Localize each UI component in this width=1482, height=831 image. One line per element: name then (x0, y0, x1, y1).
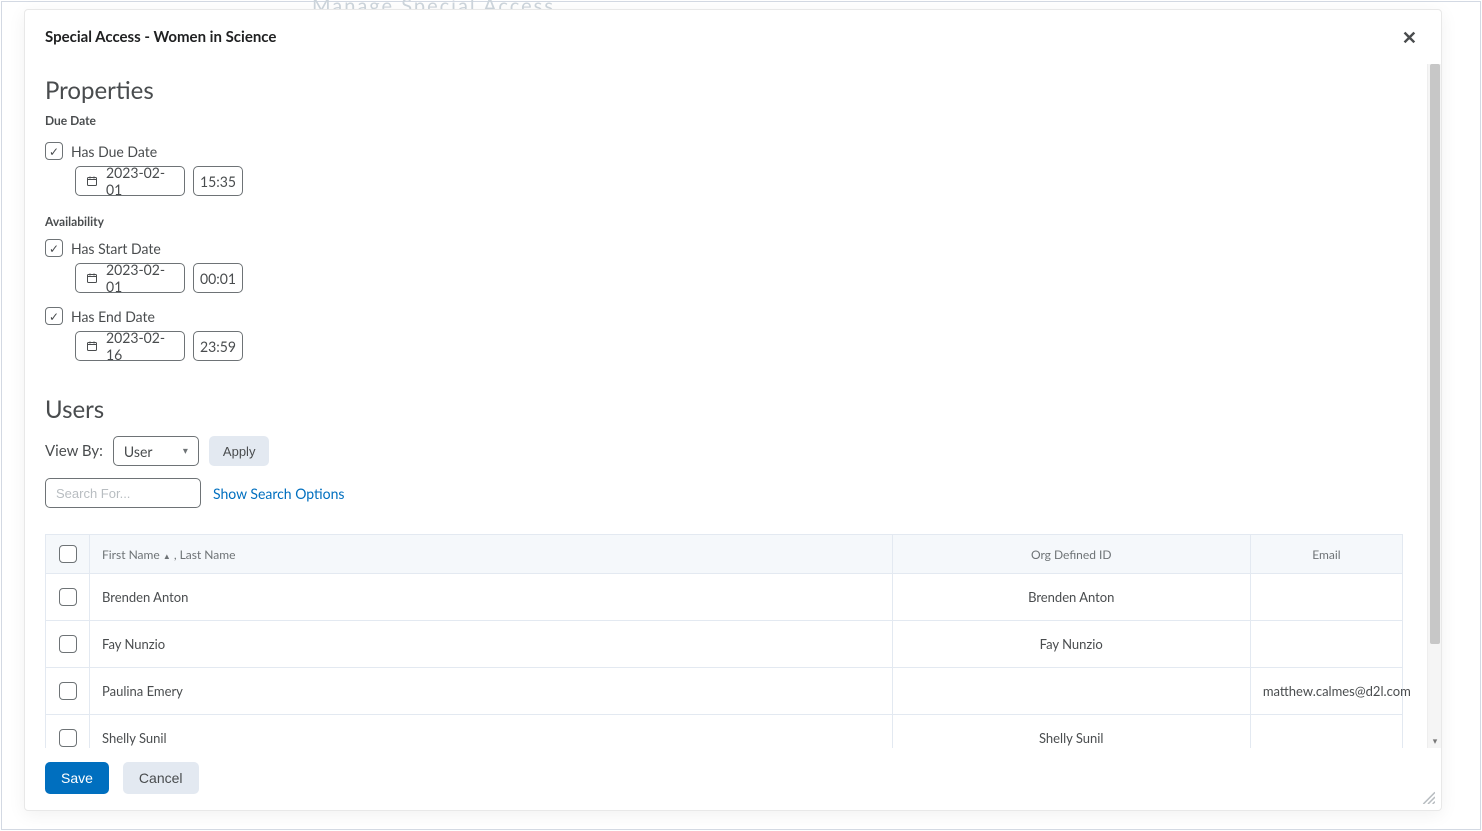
row-email (1250, 715, 1402, 749)
col-header-name-prefix: First Name (102, 547, 160, 562)
due-date-label: Due Date (45, 113, 1407, 128)
modal-body: Properties Due Date ✓ Has Due Date 2023-… (25, 64, 1441, 748)
table-row: ✓ Paulina Emery matthew.calmes@d2l.com (46, 668, 1403, 715)
has-due-date-label[interactable]: Has Due Date (71, 143, 157, 160)
row-orgid (892, 668, 1250, 715)
properties-heading: Properties (45, 76, 1407, 105)
end-time-value: 23:59 (200, 338, 236, 355)
start-time-value: 00:01 (200, 270, 236, 287)
select-all-checkbox[interactable]: ✓ (59, 545, 77, 563)
row-orgid: Shelly Sunil (892, 715, 1250, 749)
view-by-select[interactable]: User ▾ (113, 436, 199, 466)
show-search-options-link[interactable]: Show Search Options (213, 485, 344, 502)
search-box[interactable] (45, 478, 201, 508)
row-orgid: Brenden Anton (892, 574, 1250, 621)
save-button[interactable]: Save (45, 762, 109, 794)
modal-title: Special Access - Women in Science (45, 28, 276, 46)
col-header-email[interactable]: Email (1250, 535, 1402, 574)
row-checkbox[interactable]: ✓ (59, 682, 77, 700)
scrollbar-thumb[interactable] (1430, 64, 1440, 644)
modal-scroll-area: Properties Due Date ✓ Has Due Date 2023-… (25, 64, 1427, 748)
end-date-value: 2023-02-16 (106, 329, 174, 363)
table-row: ✓ Brenden AntonBrenden Anton (46, 574, 1403, 621)
start-date-value: 2023-02-01 (106, 261, 174, 295)
modal-footer: Save Cancel (25, 748, 1441, 810)
row-email (1250, 574, 1402, 621)
due-time-value: 15:35 (200, 173, 236, 190)
row-checkbox-cell: ✓ (46, 621, 90, 668)
row-checkbox[interactable]: ✓ (59, 635, 77, 653)
users-table: ✓ First Name ▲ , Last Name Org Defined I… (45, 534, 1403, 748)
table-row: ✓ Fay NunzioFay Nunzio (46, 621, 1403, 668)
col-header-orgid[interactable]: Org Defined ID (892, 535, 1250, 574)
start-time-input[interactable]: 00:01 (193, 263, 243, 293)
has-end-date-label[interactable]: Has End Date (71, 308, 155, 325)
row-email: matthew.calmes@d2l.com (1250, 668, 1402, 715)
scroll-down-icon[interactable]: ▾ (1428, 734, 1441, 748)
sort-asc-icon: ▲ (163, 550, 171, 560)
users-heading: Users (45, 395, 1407, 424)
row-name: Paulina Emery (90, 668, 893, 715)
resize-handle-icon[interactable] (1421, 790, 1435, 804)
has-end-date-checkbox[interactable]: ✓ (45, 307, 63, 325)
apply-button[interactable]: Apply (209, 436, 270, 466)
has-start-date-checkbox[interactable]: ✓ (45, 239, 63, 257)
end-time-input[interactable]: 23:59 (193, 331, 243, 361)
app-frame: Manage Special Access Special Access - W… (1, 1, 1481, 830)
due-date-value: 2023-02-01 (106, 164, 174, 198)
end-date-input[interactable]: 2023-02-16 (75, 331, 185, 361)
row-checkbox[interactable]: ✓ (59, 729, 77, 747)
due-time-input[interactable]: 15:35 (193, 166, 243, 196)
special-access-modal: Special Access - Women in Science ✕ Prop… (24, 9, 1442, 811)
close-icon[interactable]: ✕ (1398, 24, 1421, 50)
row-email (1250, 621, 1402, 668)
col-header-name-suffix: , Last Name (174, 547, 236, 562)
modal-header: Special Access - Women in Science ✕ (25, 10, 1441, 64)
row-checkbox-cell: ✓ (46, 574, 90, 621)
row-name: Shelly Sunil (90, 715, 893, 749)
view-by-value: User (124, 443, 153, 460)
row-checkbox[interactable]: ✓ (59, 588, 77, 606)
table-row: ✓ Shelly SunilShelly Sunil (46, 715, 1403, 749)
search-input[interactable] (56, 486, 232, 501)
has-start-date-label[interactable]: Has Start Date (71, 240, 161, 257)
due-date-input[interactable]: 2023-02-01 (75, 166, 185, 196)
calendar-icon (86, 175, 98, 187)
row-name: Brenden Anton (90, 574, 893, 621)
row-checkbox-cell: ✓ (46, 668, 90, 715)
chevron-down-icon: ▾ (183, 445, 188, 457)
has-due-date-checkbox[interactable]: ✓ (45, 142, 63, 160)
row-orgid: Fay Nunzio (892, 621, 1250, 668)
availability-label: Availability (45, 214, 1407, 229)
cancel-button[interactable]: Cancel (123, 762, 199, 794)
select-all-cell: ✓ (46, 535, 90, 574)
start-date-input[interactable]: 2023-02-01 (75, 263, 185, 293)
view-by-label: View By: (45, 442, 103, 460)
col-header-name[interactable]: First Name ▲ , Last Name (90, 535, 893, 574)
row-name: Fay Nunzio (90, 621, 893, 668)
calendar-icon (86, 272, 98, 284)
row-checkbox-cell: ✓ (46, 715, 90, 749)
calendar-icon (86, 340, 98, 352)
scrollbar[interactable]: ▴ ▾ (1427, 64, 1441, 748)
